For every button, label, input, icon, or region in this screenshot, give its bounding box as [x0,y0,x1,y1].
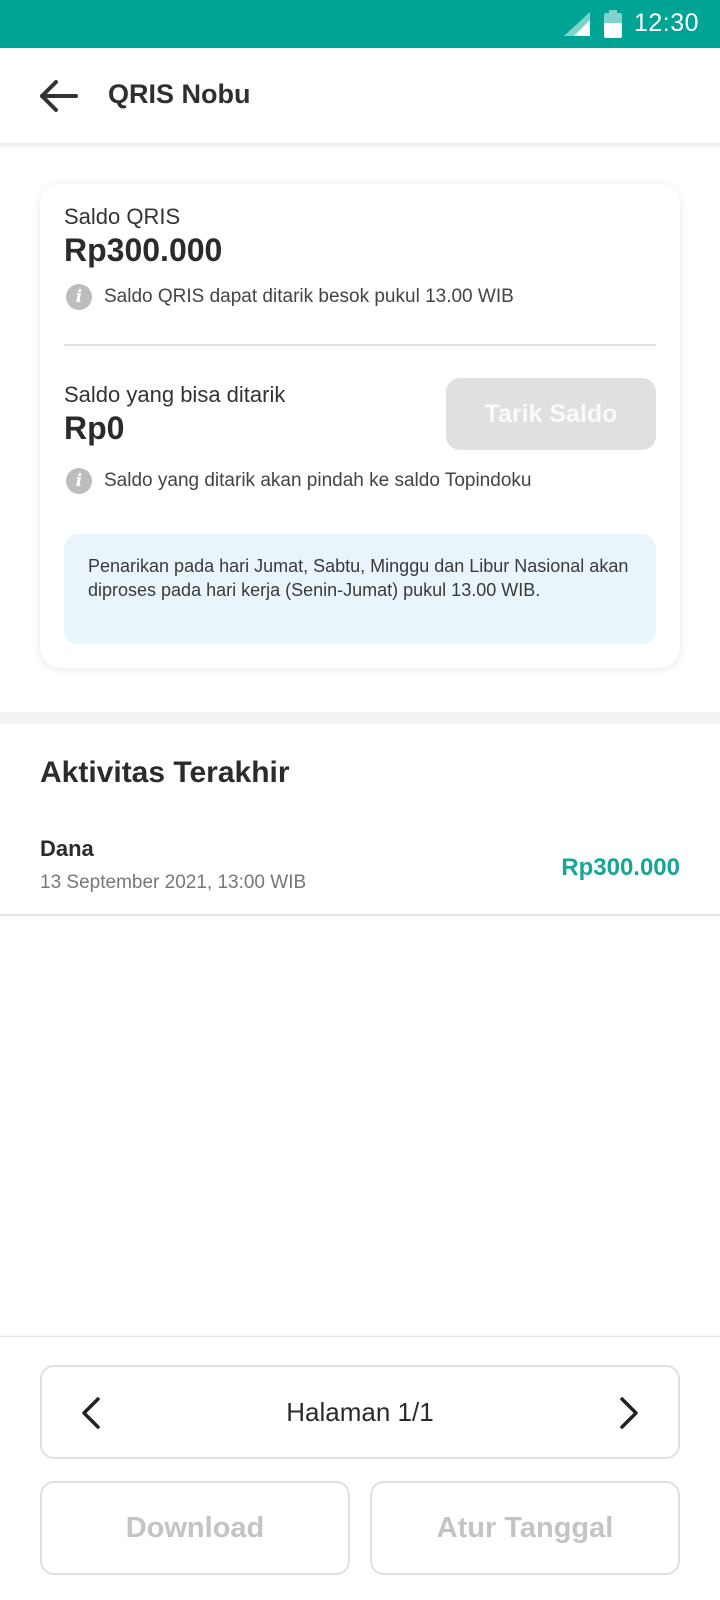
qris-info-text: Saldo QRIS dapat ditarik besok pukul 13.… [104,286,514,307]
chevron-right-icon[interactable] [612,1395,644,1431]
app-bar: QRIS Nobu [0,48,720,144]
download-button[interactable]: Download [40,1481,350,1575]
activity-name: Dana [40,836,94,861]
info-icon: i [66,468,92,494]
activity-title: Aktivitas Terakhir [40,756,290,789]
balance-card: Saldo QRIS Rp300.000 i Saldo QRIS dapat … [40,184,680,668]
status-time: 12:30 [634,9,700,37]
page-label: Halaman 1/1 [286,1397,434,1427]
activity-date: 13 September 2021, 13:00 WIB [40,872,307,893]
withdrawal-notice: Penarikan pada hari Jumat, Sabtu, Minggu… [64,534,656,644]
activity-amount: Rp300.000 [561,854,680,881]
status-bar: 12:30 [0,0,720,48]
page-title: QRIS Nobu [108,79,251,109]
section-divider [0,712,720,724]
qris-info-row: i Saldo QRIS dapat ditarik besok pukul 1… [66,284,514,310]
qris-balance-amount: Rp300.000 [64,232,223,268]
signal-icon [564,12,590,36]
set-date-button[interactable]: Atur Tanggal [370,1481,680,1575]
withdrawable-amount: Rp0 [64,410,125,446]
back-arrow-icon[interactable] [38,78,82,114]
withdraw-info-text: Saldo yang ditarik akan pindah ke saldo … [104,470,532,491]
battery-icon [604,10,622,38]
withdrawable-label: Saldo yang bisa ditarik [64,382,286,407]
bottom-panel: Halaman 1/1 Download Atur Tanggal [0,1336,720,1600]
qris-balance-label: Saldo QRIS [64,204,181,229]
divider [64,344,656,346]
withdraw-button[interactable]: Tarik Saldo [446,378,656,450]
pagination: Halaman 1/1 [40,1365,680,1459]
withdraw-info-row: i Saldo yang ditarik akan pindah ke sald… [66,468,531,494]
info-icon: i [66,284,92,310]
activity-item[interactable]: Dana 13 September 2021, 13:00 WIB Rp300.… [0,820,720,916]
